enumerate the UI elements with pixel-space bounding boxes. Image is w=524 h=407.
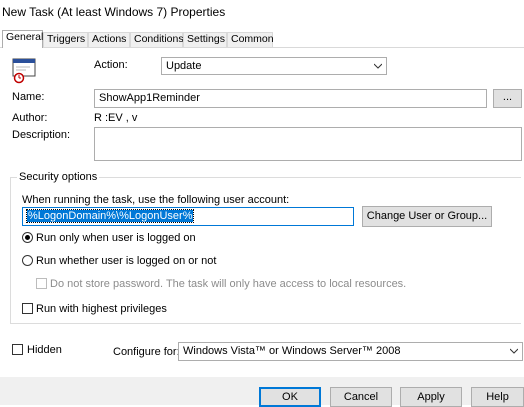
scheduled-task-icon (12, 58, 36, 84)
configure-for-value: Windows Vista™ or Windows Server™ 2008 (183, 345, 401, 357)
no-store-password-label: Do not store password. The task will onl… (50, 278, 407, 290)
author-label: Author: (12, 112, 48, 124)
security-options-title: Security options (17, 170, 100, 184)
action-value: Update (166, 60, 202, 72)
tab-strip: General Triggers Actions Conditions Sett… (0, 30, 524, 48)
tab-common[interactable]: Common (227, 32, 274, 47)
window-title: New Task (At least Windows 7) Properties (2, 5, 226, 19)
tab-actions[interactable]: Actions (88, 32, 130, 47)
user-account-value: %LogonDomain%\%LogonUser% (25, 209, 195, 223)
change-user-group-button[interactable]: Change User or Group... (362, 206, 492, 227)
tab-settings[interactable]: Settings (183, 32, 227, 47)
author-value: R :EV , v (94, 112, 138, 124)
apply-button[interactable]: Apply (400, 387, 462, 407)
configure-for-label: Configure for: (113, 346, 180, 358)
tab-triggers[interactable]: Triggers (43, 32, 88, 47)
description-label: Description: (12, 129, 71, 141)
radio-run-whether-label: Run whether user is logged on or not (36, 255, 217, 267)
help-button[interactable]: Help (471, 387, 524, 407)
action-label: Action: (94, 59, 128, 71)
radio-run-whether-logged-on[interactable] (22, 255, 33, 266)
tab-general[interactable]: General (2, 30, 43, 48)
account-prompt: When running the task, use the following… (22, 194, 290, 206)
no-store-password-checkbox[interactable] (36, 278, 47, 289)
ok-button[interactable]: OK (259, 387, 321, 407)
chevron-down-icon (510, 348, 518, 354)
dialog-button-bar: OK Cancel Apply Help (0, 377, 524, 407)
configure-for-combo[interactable]: Windows Vista™ or Windows Server™ 2008 (178, 342, 523, 361)
name-value: ShowApp1Reminder (99, 92, 200, 104)
radio-run-logged-on-label: Run only when user is logged on (36, 232, 196, 244)
hidden-label: Hidden (27, 344, 62, 356)
action-combo[interactable]: Update (161, 57, 387, 75)
chevron-down-icon (374, 63, 382, 69)
highest-privileges-checkbox[interactable] (22, 303, 33, 314)
name-input[interactable]: ShowApp1Reminder (94, 89, 487, 108)
user-account-input[interactable]: %LogonDomain%\%LogonUser% (22, 207, 354, 226)
highest-privileges-label: Run with highest privileges (36, 303, 167, 315)
cancel-button[interactable]: Cancel (330, 387, 392, 407)
name-browse-button[interactable]: ... (493, 89, 522, 108)
radio-run-logged-on[interactable] (22, 232, 33, 243)
tab-conditions[interactable]: Conditions (130, 32, 184, 47)
name-label: Name: (12, 91, 45, 103)
description-input[interactable] (94, 127, 522, 161)
hidden-checkbox[interactable] (12, 344, 23, 355)
